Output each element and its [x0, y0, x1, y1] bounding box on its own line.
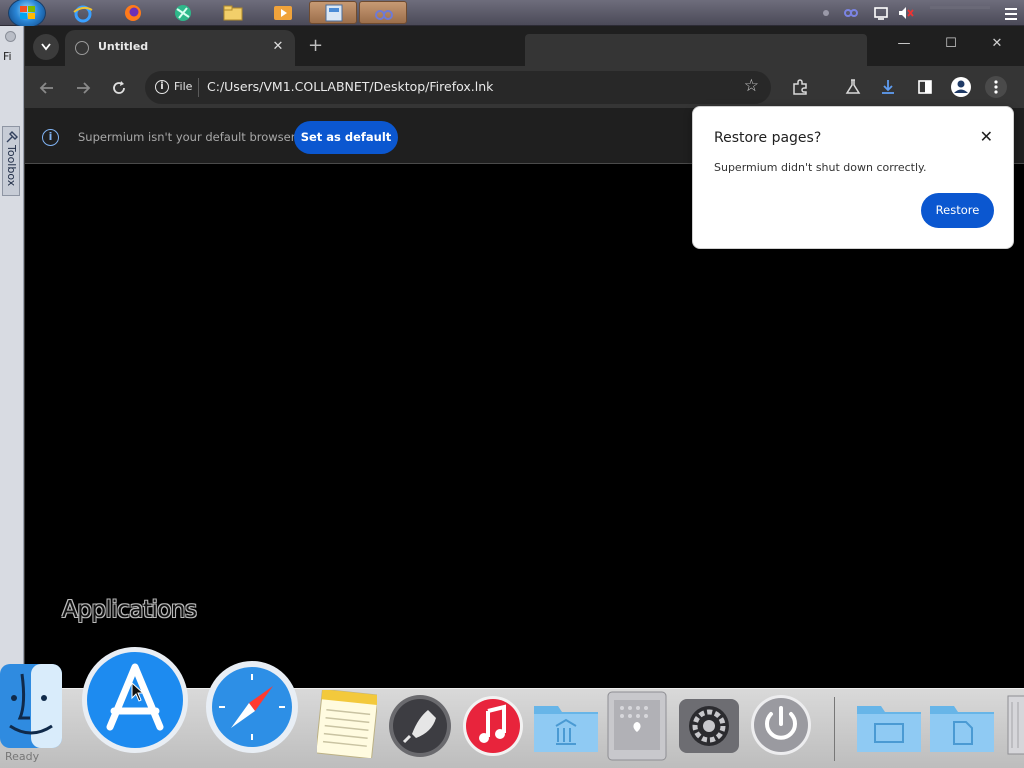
download-icon[interactable] — [877, 76, 899, 98]
firefox-icon[interactable] — [122, 3, 144, 23]
start-button[interactable] — [8, 0, 46, 28]
restore-dialog-close-button[interactable]: ✕ — [980, 127, 993, 146]
documents-folder-icon[interactable] — [532, 698, 600, 758]
back-button[interactable] — [36, 77, 58, 99]
finder-icon[interactable] — [0, 664, 62, 752]
toolbox-fi-text: Fi — [3, 50, 12, 63]
toolbox-pin-icon[interactable] — [5, 31, 16, 42]
taskbar-app-2-button[interactable] — [359, 1, 407, 24]
forward-button[interactable] — [72, 77, 94, 99]
maximize-button[interactable]: ☐ — [936, 36, 966, 51]
safari-icon[interactable] — [205, 660, 300, 759]
tab-search-button[interactable] — [33, 34, 59, 60]
url-text[interactable]: C:/Users/VM1.COLLABNET/Desktop/Firefox.l… — [207, 79, 493, 94]
info-circle-icon: i — [42, 129, 59, 146]
volume-muted-icon[interactable] — [897, 4, 915, 22]
taskbar-app-1-button[interactable] — [309, 1, 357, 24]
mouse-cursor-icon — [131, 682, 145, 702]
system-preferences-icon[interactable] — [677, 697, 741, 759]
status-text: Ready — [5, 750, 40, 763]
windows-logo-icon — [20, 6, 35, 20]
file-folder-icon[interactable] — [928, 698, 996, 758]
set-as-default-button[interactable]: Set as default — [294, 121, 398, 154]
browser-toolbar: i File C:/Users/VM1.COLLABNET/Desktop/Fi… — [25, 66, 1024, 108]
media-player-icon[interactable] — [272, 3, 294, 23]
show-desktop-icon[interactable] — [1003, 6, 1019, 24]
profile-avatar-icon[interactable] — [950, 76, 972, 98]
wrench-icon — [6, 131, 18, 143]
arrow-right-icon — [77, 82, 91, 94]
tab-close-button[interactable]: ✕ — [269, 38, 287, 56]
file-chip: File — [174, 80, 193, 93]
close-window-button[interactable]: ✕ — [982, 36, 1012, 51]
address-separator — [198, 78, 199, 97]
infobar-message: Supermium isn't your default browser — [78, 130, 296, 144]
applications-label: Applications — [62, 597, 197, 623]
mac-pro-icon[interactable] — [604, 690, 670, 766]
tab-strip: Untitled ✕ + — ☐ ✕ — [25, 26, 1024, 94]
menu-kebab-icon[interactable] — [985, 76, 1007, 98]
side-panel-icon[interactable] — [914, 76, 936, 98]
toolbox-tab[interactable]: Toolbox — [2, 126, 20, 196]
extensions-icon[interactable] — [789, 76, 811, 98]
internet-explorer-icon[interactable] — [72, 3, 94, 23]
tab-title: Untitled — [98, 40, 149, 53]
itunes-icon[interactable] — [462, 695, 524, 761]
new-tab-button[interactable]: + — [308, 35, 323, 56]
arrow-left-icon — [39, 82, 53, 94]
globe-app-icon[interactable] — [172, 3, 194, 23]
reload-icon — [113, 81, 125, 94]
folder-icon[interactable] — [222, 3, 244, 23]
restore-pages-dialog: Restore pages? ✕ Supermium didn't shut d… — [692, 106, 1014, 249]
chevron-down-icon — [41, 43, 51, 51]
address-bar[interactable]: i File C:/Users/VM1.COLLABNET/Desktop/Fi… — [145, 71, 771, 104]
minimize-button[interactable]: — — [889, 36, 919, 51]
tray-dot-icon — [823, 10, 829, 16]
reload-button[interactable] — [108, 77, 130, 99]
bookmark-star-icon[interactable]: ☆ — [744, 76, 759, 96]
restore-button[interactable]: Restore — [921, 193, 994, 228]
labs-flask-icon[interactable] — [842, 76, 864, 98]
restore-dialog-title: Restore pages? — [714, 130, 822, 146]
dock-divider — [834, 697, 835, 761]
clock[interactable] — [930, 6, 990, 9]
app-store-icon[interactable] — [80, 645, 190, 759]
network-icon[interactable] — [842, 4, 860, 22]
notes-icon[interactable] — [315, 688, 379, 762]
display-icon[interactable] — [872, 4, 890, 22]
toolbox-label: Toolbox — [5, 145, 18, 187]
launchpad-icon[interactable] — [388, 694, 452, 762]
screen: Fi Toolbox Untitled ✕ + — ☐ ✕ i File C:/… — [0, 0, 1024, 768]
windows-taskbar — [0, 0, 1024, 28]
power-icon[interactable] — [750, 694, 812, 760]
restore-dialog-message: Supermium didn't shut down correctly. — [714, 161, 927, 174]
tab-untitled[interactable]: Untitled ✕ — [65, 30, 295, 66]
info-icon[interactable]: i — [155, 80, 169, 94]
folder-icon[interactable] — [855, 698, 923, 758]
trash-icon[interactable] — [1004, 690, 1024, 760]
globe-icon — [75, 41, 89, 55]
toolbox-panel: Fi Toolbox — [0, 26, 24, 768]
